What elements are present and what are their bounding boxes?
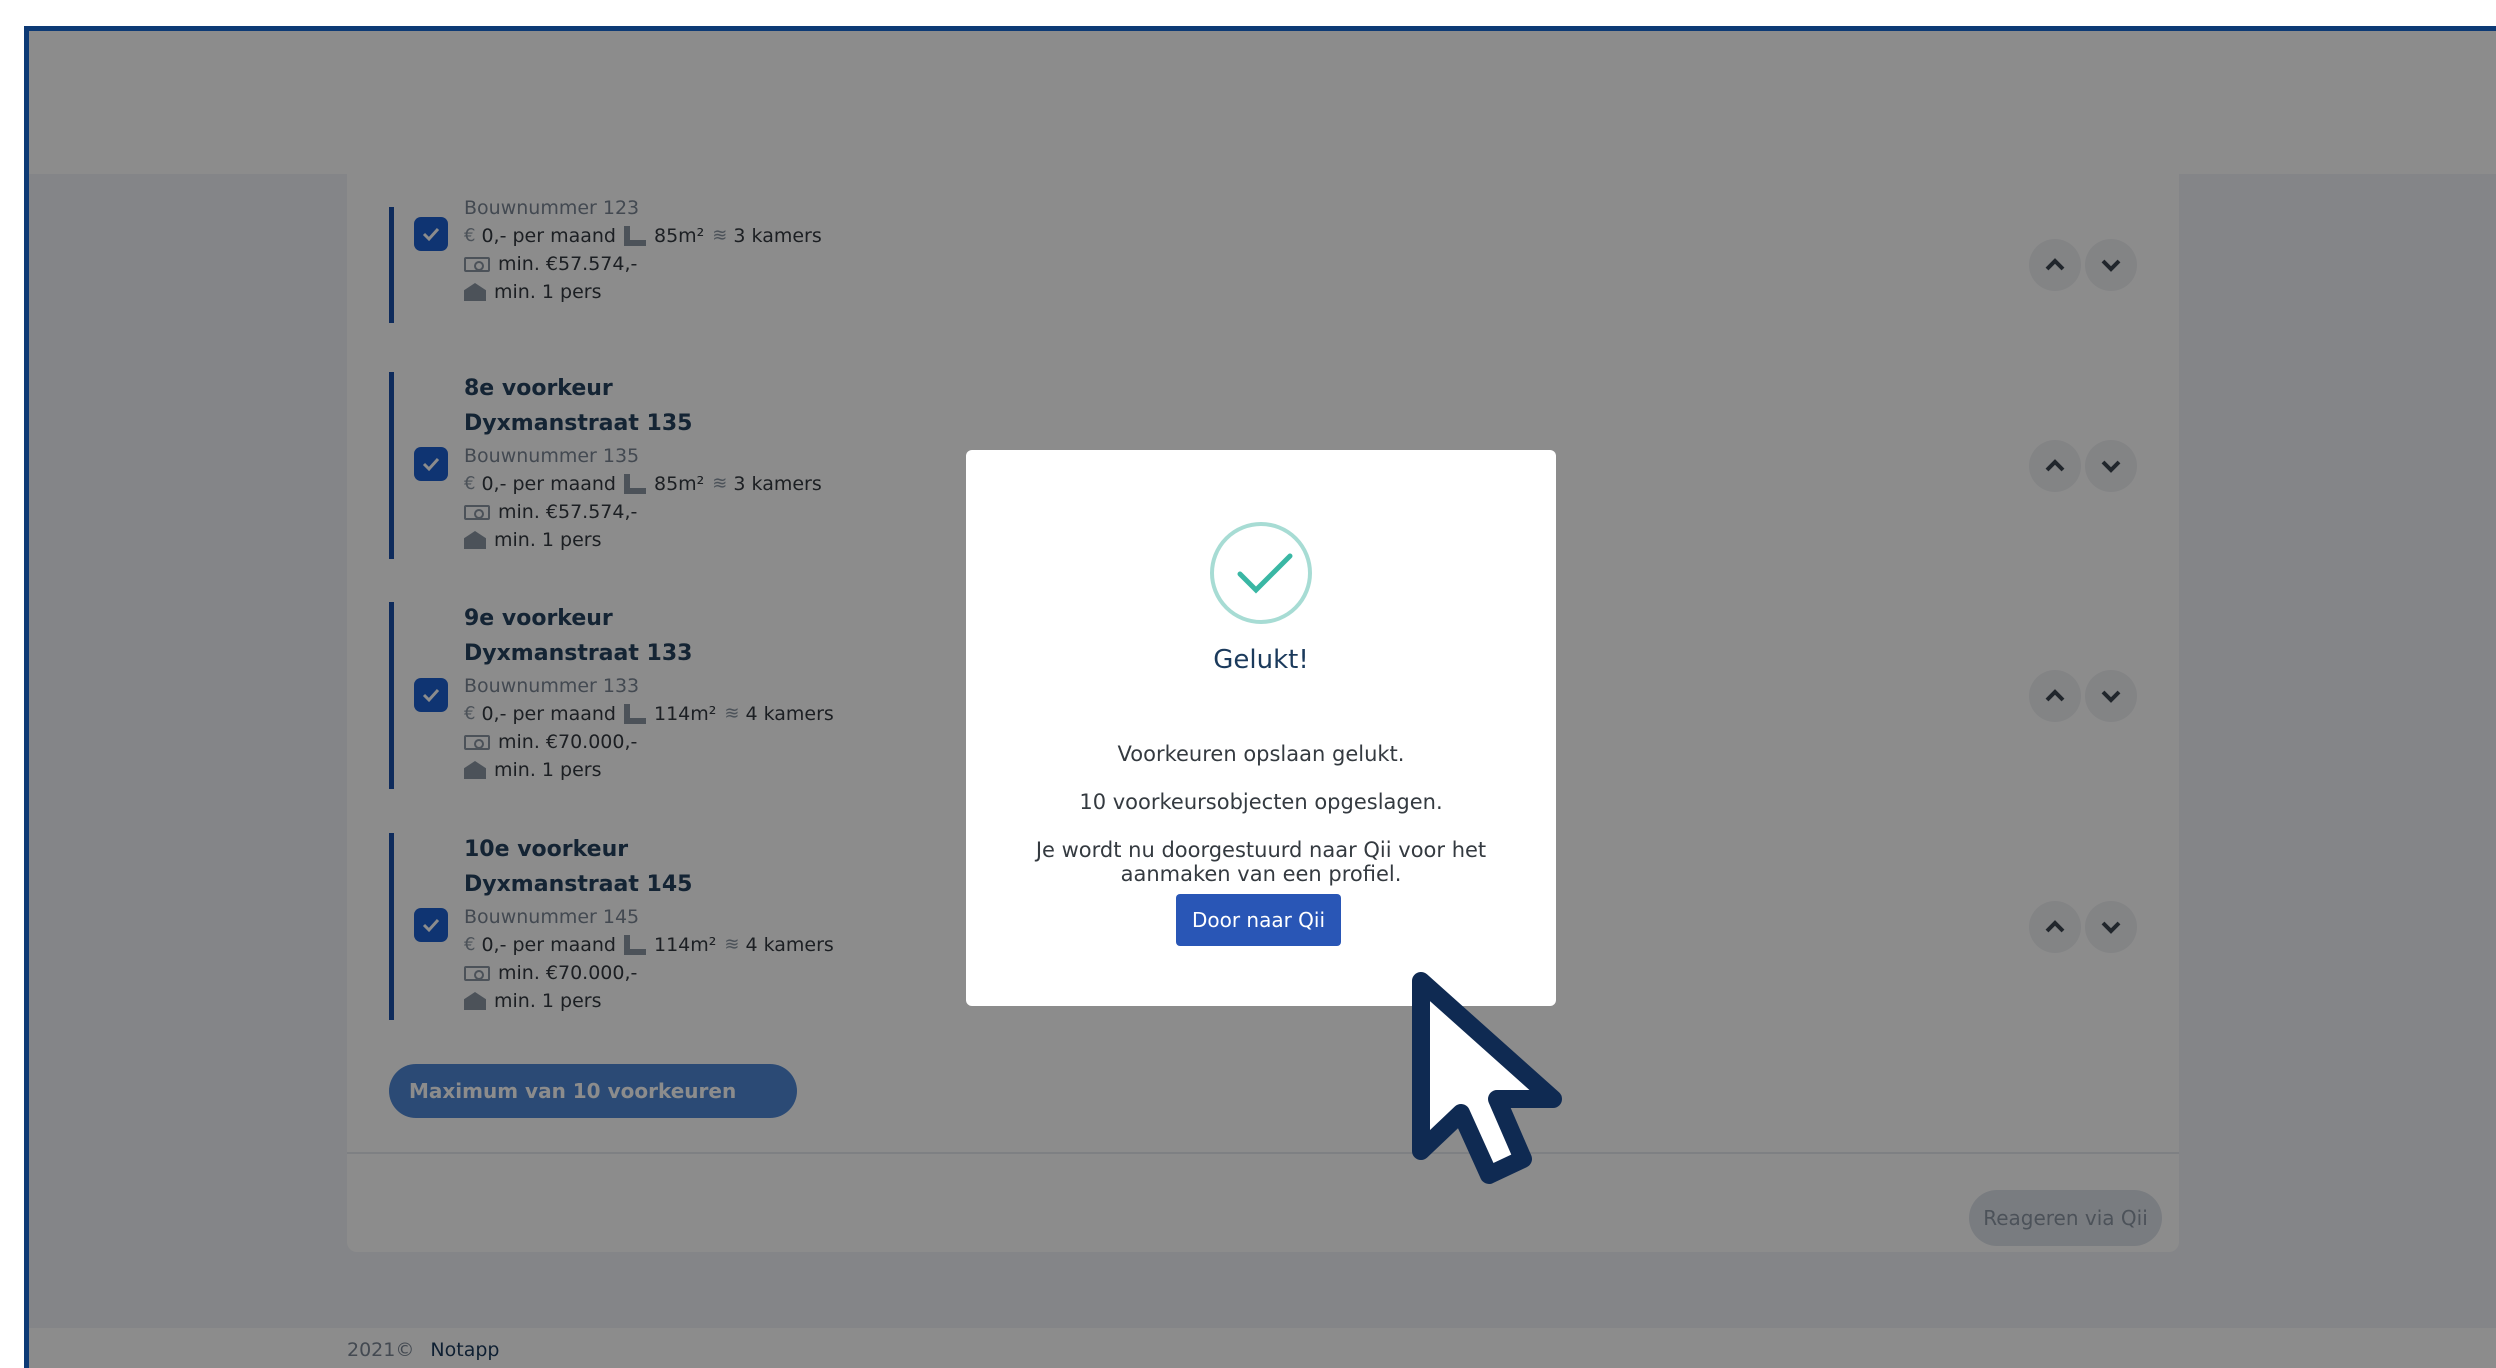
mouse-cursor-icon (1412, 972, 1562, 1184)
modal-message: Je wordt nu doorgestuurd naar Qii voor h… (1035, 838, 1487, 862)
check-circle-icon (1210, 522, 1312, 624)
modal-message: aanmaken van een profiel. (1120, 862, 1402, 886)
app-frame: Bouwnummer 123 € 0,- per maand 85m² ≋ 3 … (24, 26, 2496, 1368)
modal-title: Gelukt! (1213, 645, 1309, 675)
continue-to-qii-button[interactable]: Door naar Qii (1176, 894, 1341, 946)
modal-message: Voorkeuren opslaan gelukt. (1117, 742, 1405, 766)
modal-message: 10 voorkeursobjecten opgeslagen. (1079, 790, 1443, 814)
success-modal: Gelukt! Voorkeuren opslaan gelukt. 10 vo… (966, 450, 1556, 1006)
